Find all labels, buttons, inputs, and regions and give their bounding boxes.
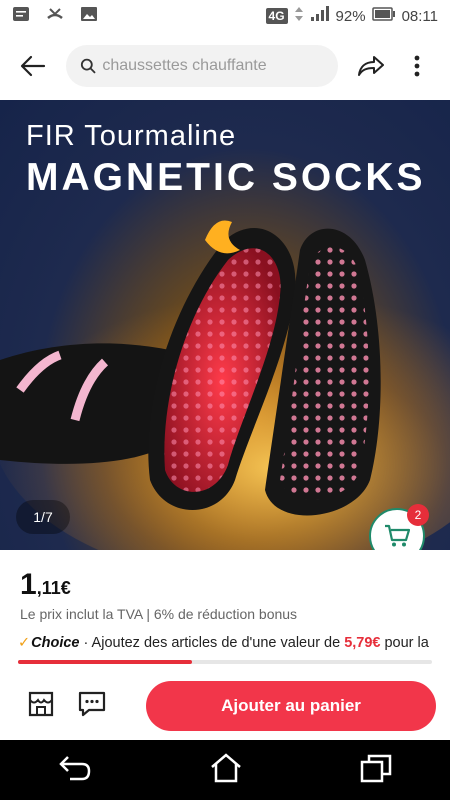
product-image[interactable]: FIR Tourmaline MAGNETIC SOCKS 1/7 2 [0,100,450,550]
missed-call-icon [46,6,64,26]
nav-home-icon [211,752,241,782]
choice-promo[interactable]: ✓ Choice · Ajoutez des articles de d'une… [18,632,450,654]
back-arrow-icon [20,55,46,77]
nav-back-icon [59,755,91,780]
cart-count-badge: 2 [407,504,429,526]
status-bar: 4G 92% 08:11 [0,0,450,32]
hero-subtitle: FIR Tourmaline [26,120,237,152]
message-icon [12,6,30,26]
floating-cart-button[interactable]: 2 [369,504,429,550]
nav-recents-icon [360,754,391,782]
nav-recents-button[interactable] [360,753,392,788]
hero-title: MAGNETIC SOCKS [26,156,426,199]
back-button[interactable] [10,43,56,89]
product-price: 1 ,11€ [20,568,71,602]
search-input[interactable] [102,57,324,75]
system-nav-bar [0,740,450,800]
price-note: Le prix inclut la TVA | 6% de réduction … [20,606,298,622]
store-button[interactable] [28,691,54,722]
top-app-bar [0,32,450,100]
cart-icon [385,524,410,547]
add-to-cart-button[interactable]: Ajouter au panier [146,681,436,731]
message-button[interactable] [78,691,106,722]
price-integer: 1 [20,568,37,601]
choice-tag: Choice [31,635,80,651]
clock: 08:11 [401,7,438,25]
price-decimal: ,11€ [36,578,71,598]
store-icon [28,691,54,716]
data-transfer-icon [294,6,304,26]
choice-text-after: pour la [384,635,429,651]
choice-check-icon: ✓ [18,635,31,651]
image-icon [80,6,98,26]
search-icon [80,58,96,74]
choice-amount: 5,79€ [344,635,381,651]
more-vert-icon [414,55,420,77]
network-type-badge: 4G [265,8,288,24]
signal-icon [310,6,330,26]
share-button[interactable] [348,43,394,89]
share-icon [358,56,384,76]
battery-icon [371,7,396,25]
more-options-button[interactable] [394,43,440,89]
battery-percent: 92% [335,7,366,25]
nav-back-button[interactable] [58,754,92,787]
choice-progress-bar [18,660,432,664]
nav-home-button[interactable] [209,752,243,788]
choice-text-before: · Ajoutez des articles de d'une valeur d… [83,635,341,651]
search-bar[interactable] [66,45,338,87]
image-counter: 1/7 [16,500,70,534]
choice-progress-fill [18,660,192,664]
action-bar: Ajouter au panier [0,672,450,740]
chat-icon [78,691,106,716]
